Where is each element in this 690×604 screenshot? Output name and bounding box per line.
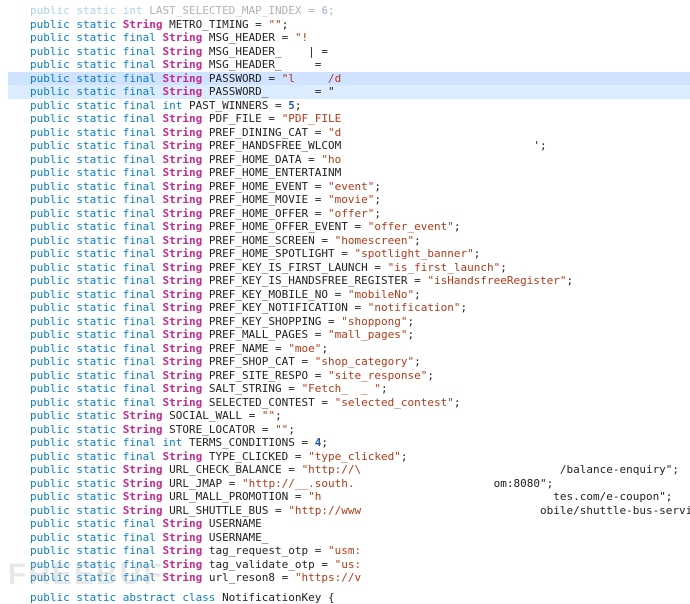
code-line: public static final String PREF_HOME_OFF… bbox=[8, 220, 690, 234]
code-line: public static final String PREF_HOME_EVE… bbox=[8, 180, 690, 194]
code-line: public static final String PREF_HOME_SPO… bbox=[8, 247, 690, 261]
code-line: public static String STORE_LOCATOR = ""; bbox=[8, 423, 690, 437]
code-block: public static int LAST_SELECTED_MAP_INDE… bbox=[8, 4, 690, 604]
code-line: public static final String url_reson8 = … bbox=[8, 571, 690, 585]
code-line: public static String URL_SHUTTLE_BUS = "… bbox=[8, 504, 690, 518]
code-line: public static final String PREF_HOME_SCR… bbox=[8, 234, 690, 248]
code-line: public static abstract class Notificatio… bbox=[8, 591, 690, 604]
code-line: public static final String USERNAME bbox=[8, 517, 690, 531]
code-line: public static final String PREF_KEY_NOTI… bbox=[8, 301, 690, 315]
code-line: public static final String SELECTED_CONT… bbox=[8, 396, 690, 410]
code-line: public static final String SALT_STRING =… bbox=[8, 382, 690, 396]
code-line: public static final String TYPE_CLICKED … bbox=[8, 450, 690, 464]
code-line: public static final String PREF_HOME_ENT… bbox=[8, 166, 690, 180]
code-line: public static final String PREF_KEY_SHOP… bbox=[8, 315, 690, 329]
code-line: public static String URL_MALL_PROMOTION … bbox=[8, 490, 690, 504]
code-line: public static int LAST_SELECTED_MAP_INDE… bbox=[8, 4, 690, 18]
code-line: public static String URL_CHECK_BALANCE =… bbox=[8, 463, 690, 477]
code-line: public static final String MSG_HEADER_ |… bbox=[8, 45, 690, 59]
code-line: public static final String PREF_KEY_IS_F… bbox=[8, 261, 690, 275]
code-line: public static final String tag_request_o… bbox=[8, 544, 690, 558]
code-line: public static final String PASSWORD = "l… bbox=[8, 72, 690, 86]
code-line: public static final String PREF_HOME_DAT… bbox=[8, 153, 690, 167]
code-line: public static final String PREF_MALL_PAG… bbox=[8, 328, 690, 342]
code-line: public static final String PREF_KEY_IS_H… bbox=[8, 274, 690, 288]
code-line: public static final String MSG_HEADER_ = bbox=[8, 58, 690, 72]
code-line: public static final String PREF_SHOP_CAT… bbox=[8, 355, 690, 369]
code-line: public static String METRO_TIMING = ""; bbox=[8, 18, 690, 32]
code-line: public static final String PREF_DINING_C… bbox=[8, 126, 690, 140]
code-line: public static final String PREF_HOME_MOV… bbox=[8, 193, 690, 207]
code-line: public static final String PDF_FILE = "P… bbox=[8, 112, 690, 126]
code-line: public static final String PREF_KEY_MOBI… bbox=[8, 288, 690, 302]
code-line: public static final String MSG_HEADER = … bbox=[8, 31, 690, 45]
code-line: public static String URL_JMAP = "http://… bbox=[8, 477, 690, 491]
code-line: public static final String PREF_NAME = "… bbox=[8, 342, 690, 356]
code-line: public static final String USERNAME_ bbox=[8, 531, 690, 545]
code-line: public static final String PREF_SITE_RES… bbox=[8, 369, 690, 383]
code-line: public static final int TERMS_CONDITIONS… bbox=[8, 436, 690, 450]
code-line: public static final String PREF_HOME_OFF… bbox=[8, 207, 690, 221]
code-line: public static String SOCIAL_WALL = ""; bbox=[8, 409, 690, 423]
code-line: public static final String tag_validate_… bbox=[8, 558, 690, 572]
code-line: public static final String PREF_HANDSFRE… bbox=[8, 139, 690, 153]
code-line: public static final int PAST_WINNERS = 5… bbox=[8, 99, 690, 113]
code-line: public static final String PASSWORD_ = " bbox=[8, 85, 690, 99]
